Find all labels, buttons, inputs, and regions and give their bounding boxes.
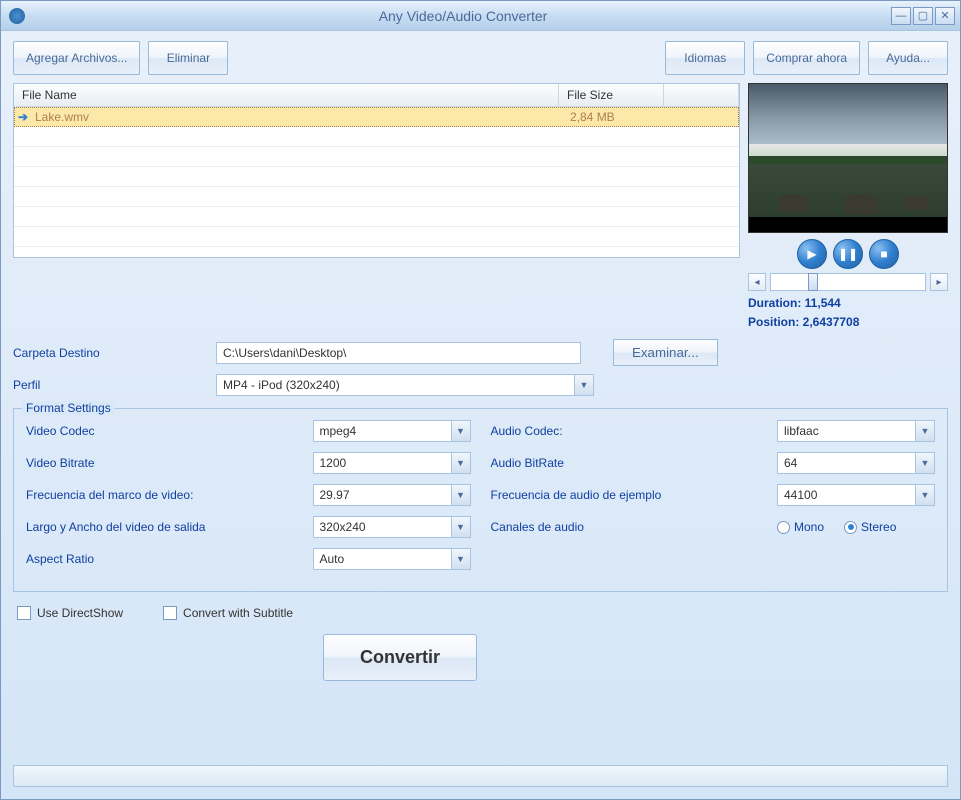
aspect-ratio-combo[interactable]: Auto ▼ bbox=[313, 548, 471, 570]
play-button[interactable]: ▶ bbox=[797, 239, 827, 269]
convert-button[interactable]: Convertir bbox=[323, 634, 477, 681]
status-bar bbox=[13, 765, 948, 787]
chevron-down-icon[interactable]: ▼ bbox=[915, 420, 935, 442]
window-title: Any Video/Audio Converter bbox=[35, 8, 891, 24]
window-controls: — ▢ ✕ bbox=[891, 7, 955, 25]
languages-button[interactable]: Idiomas bbox=[665, 41, 745, 75]
cell-file-name: Lake.wmv bbox=[33, 110, 562, 124]
seek-thumb[interactable] bbox=[808, 273, 818, 291]
close-button[interactable]: ✕ bbox=[935, 7, 955, 25]
current-row-icon: ➔ bbox=[15, 110, 33, 124]
video-bitrate-label: Video Bitrate bbox=[26, 456, 313, 470]
audio-codec-combo[interactable]: libfaac ▼ bbox=[777, 420, 935, 442]
mono-radio[interactable]: Mono bbox=[777, 520, 824, 534]
audio-freq-label: Frecuencia de audio de ejemplo bbox=[491, 488, 778, 502]
dest-folder-input[interactable] bbox=[216, 342, 581, 364]
chevron-down-icon[interactable]: ▼ bbox=[451, 548, 471, 570]
toolbar: Agregar Archivos... Eliminar Idiomas Com… bbox=[13, 41, 948, 75]
subtitle-checkbox[interactable]: Convert with Subtitle bbox=[163, 606, 293, 620]
table-row[interactable] bbox=[14, 207, 739, 227]
chevron-down-icon[interactable]: ▼ bbox=[451, 484, 471, 506]
video-framerate-combo[interactable]: 29.97 ▼ bbox=[313, 484, 471, 506]
seek-back-button[interactable]: ◂ bbox=[748, 273, 766, 291]
video-framerate-label: Frecuencia del marco de video: bbox=[26, 488, 313, 502]
chevron-down-icon[interactable]: ▼ bbox=[915, 452, 935, 474]
help-button[interactable]: Ayuda... bbox=[868, 41, 948, 75]
video-size-label: Largo y Ancho del video de salida bbox=[26, 520, 313, 534]
audio-settings-column: Audio Codec: libfaac ▼ Audio BitRate 64 … bbox=[491, 419, 936, 579]
audio-codec-label: Audio Codec: bbox=[491, 424, 778, 438]
audio-channels-label: Canales de audio bbox=[491, 520, 778, 534]
destination-section: Carpeta Destino Examinar... Perfil MP4 -… bbox=[13, 339, 948, 396]
table-header: File Name File Size bbox=[14, 84, 739, 107]
channels-radio-group: Mono Stereo bbox=[777, 520, 935, 534]
titlebar: Any Video/Audio Converter — ▢ ✕ bbox=[1, 1, 960, 31]
delete-button[interactable]: Eliminar bbox=[148, 41, 228, 75]
video-preview[interactable] bbox=[748, 83, 948, 233]
app-window: Any Video/Audio Converter — ▢ ✕ Agregar … bbox=[0, 0, 961, 800]
video-settings-column: Video Codec mpeg4 ▼ Video Bitrate 1200 ▼ bbox=[26, 419, 471, 579]
chevron-down-icon[interactable]: ▼ bbox=[451, 420, 471, 442]
table-row[interactable]: ➔ Lake.wmv 2,84 MB bbox=[14, 107, 739, 127]
chevron-down-icon[interactable]: ▼ bbox=[451, 452, 471, 474]
file-table: File Name File Size ➔ Lake.wmv 2,84 MB bbox=[13, 83, 740, 258]
profile-value: MP4 - iPod (320x240) bbox=[216, 374, 574, 396]
position-text: Position: 2,6437708 bbox=[748, 315, 948, 329]
checkbox-icon bbox=[163, 606, 177, 620]
radio-icon bbox=[844, 521, 857, 534]
profile-combo[interactable]: MP4 - iPod (320x240) ▼ bbox=[216, 374, 594, 396]
col-file-size[interactable]: File Size bbox=[559, 84, 664, 106]
buy-now-button[interactable]: Comprar ahora bbox=[753, 41, 860, 75]
preview-panel: ▶ ❚❚ ■ ◂ ▸ Duration: 11,544 Position: bbox=[748, 83, 948, 329]
video-codec-label: Video Codec bbox=[26, 424, 313, 438]
table-row[interactable] bbox=[14, 187, 739, 207]
radio-icon bbox=[777, 521, 790, 534]
seek-bar: ◂ ▸ bbox=[748, 273, 948, 291]
audio-freq-combo[interactable]: 44100 ▼ bbox=[777, 484, 935, 506]
maximize-button[interactable]: ▢ bbox=[913, 7, 933, 25]
chevron-down-icon[interactable]: ▼ bbox=[451, 516, 471, 538]
format-settings-fieldset: Format Settings Video Codec mpeg4 ▼ Vide… bbox=[13, 408, 948, 592]
browse-button[interactable]: Examinar... bbox=[613, 339, 718, 366]
table-row[interactable] bbox=[14, 167, 739, 187]
main-row: File Name File Size ➔ Lake.wmv 2,84 MB bbox=[13, 83, 948, 329]
stop-button[interactable]: ■ bbox=[869, 239, 899, 269]
seek-track[interactable] bbox=[770, 273, 926, 291]
audio-bitrate-combo[interactable]: 64 ▼ bbox=[777, 452, 935, 474]
video-codec-combo[interactable]: mpeg4 ▼ bbox=[313, 420, 471, 442]
format-legend: Format Settings bbox=[22, 401, 115, 415]
pause-button[interactable]: ❚❚ bbox=[833, 239, 863, 269]
duration-text: Duration: 11,544 bbox=[748, 296, 948, 310]
profile-label: Perfil bbox=[13, 378, 208, 392]
stereo-radio[interactable]: Stereo bbox=[844, 520, 896, 534]
video-bitrate-combo[interactable]: 1200 ▼ bbox=[313, 452, 471, 474]
cell-file-size: 2,84 MB bbox=[562, 110, 667, 124]
table-row[interactable] bbox=[14, 127, 739, 147]
add-files-button[interactable]: Agregar Archivos... bbox=[13, 41, 140, 75]
table-row[interactable] bbox=[14, 227, 739, 247]
col-extra[interactable] bbox=[664, 84, 739, 106]
minimize-button[interactable]: — bbox=[891, 7, 911, 25]
content-area: Agregar Archivos... Eliminar Idiomas Com… bbox=[1, 31, 960, 691]
table-body: ➔ Lake.wmv 2,84 MB bbox=[14, 107, 739, 247]
seek-forward-button[interactable]: ▸ bbox=[930, 273, 948, 291]
table-row[interactable] bbox=[14, 147, 739, 167]
chevron-down-icon[interactable]: ▼ bbox=[574, 374, 594, 396]
app-icon bbox=[9, 8, 25, 24]
dest-folder-label: Carpeta Destino bbox=[13, 346, 208, 360]
media-controls: ▶ ❚❚ ■ bbox=[748, 239, 948, 269]
directshow-checkbox[interactable]: Use DirectShow bbox=[17, 606, 123, 620]
audio-bitrate-label: Audio BitRate bbox=[491, 456, 778, 470]
options-row: Use DirectShow Convert with Subtitle bbox=[17, 606, 948, 620]
aspect-ratio-label: Aspect Ratio bbox=[26, 552, 313, 566]
video-size-combo[interactable]: 320x240 ▼ bbox=[313, 516, 471, 538]
col-file-name[interactable]: File Name bbox=[14, 84, 559, 106]
checkbox-icon bbox=[17, 606, 31, 620]
chevron-down-icon[interactable]: ▼ bbox=[915, 484, 935, 506]
